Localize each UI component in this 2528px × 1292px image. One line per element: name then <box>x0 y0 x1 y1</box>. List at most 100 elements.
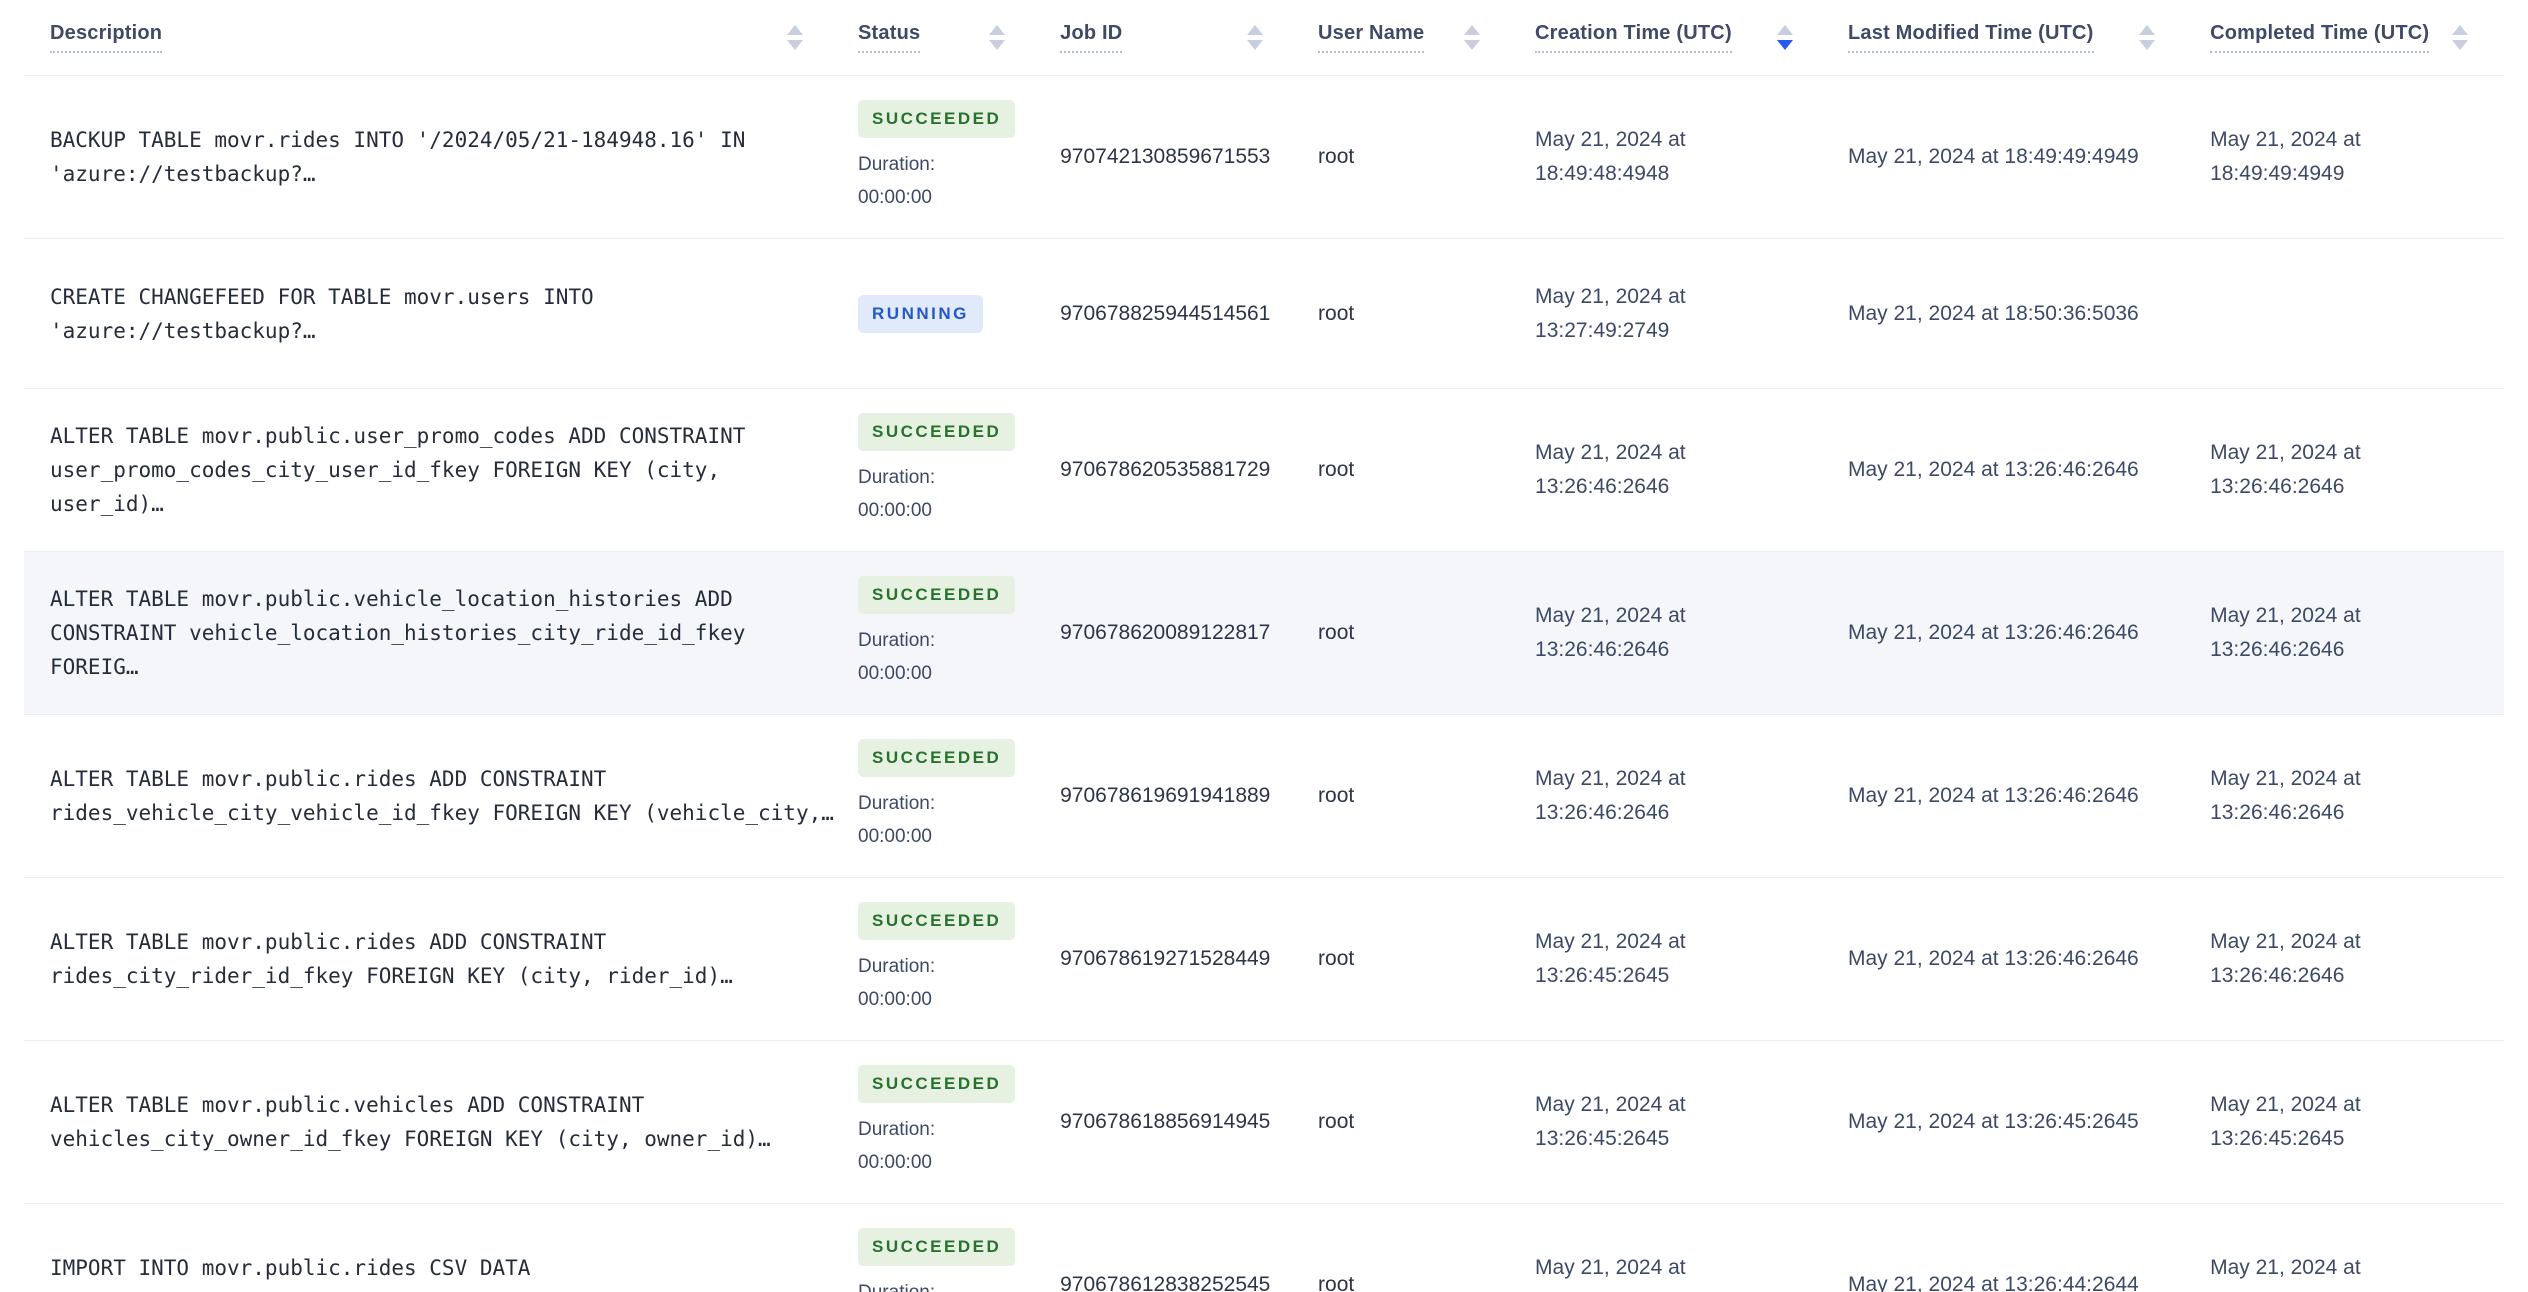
column-header-creation-time[interactable]: Creation Time (UTC) <box>1535 22 1848 53</box>
last-modified-time-cell: May 21, 2024 at 18:49:49:4949 <box>1848 116 2210 198</box>
creation-time: May 21, 2024 at 13:26:46:2646 <box>1535 767 1686 824</box>
job-description-link[interactable]: CREATE CHANGEFEED FOR TABLE movr.users I… <box>50 280 834 348</box>
completed-time: May 21, 2024 at 13:26:45:2645 <box>2210 1093 2361 1150</box>
status-badge: RUNNING <box>858 294 983 333</box>
job-description-link[interactable]: ALTER TABLE movr.public.vehicles ADD CON… <box>50 1088 834 1156</box>
jobs-page: Description Status Job ID User Name Crea… <box>0 0 2528 1292</box>
last-modified-time: May 21, 2024 at 18:50:36:5036 <box>1848 301 2139 325</box>
job-description-link[interactable]: ALTER TABLE movr.public.user_promo_codes… <box>50 419 834 521</box>
creation-time: May 21, 2024 at 13:26:45:2645 <box>1535 1093 1686 1150</box>
job-id-cell: 970678612838252545 <box>1060 1249 1318 1292</box>
user-name: root <box>1318 621 1355 644</box>
job-description-link[interactable]: ALTER TABLE movr.public.rides ADD CONSTR… <box>50 762 834 830</box>
sort-arrows-icon[interactable] <box>1777 25 1793 50</box>
user-name: root <box>1318 1110 1355 1133</box>
column-header-label: Description <box>50 22 163 53</box>
completed-time: May 21, 2024 at 13:26:46:2646 <box>2210 441 2361 498</box>
job-status-cell: SUCCEEDED Duration: 00:00:00 <box>858 715 1060 877</box>
last-modified-time-cell: May 21, 2024 at 13:26:46:2646 <box>1848 918 2210 1000</box>
completed-time: May 21, 2024 at 13:26:46:2646 <box>2210 604 2361 661</box>
job-description-cell[interactable]: ALTER TABLE movr.public.user_promo_codes… <box>24 395 858 545</box>
job-description-cell[interactable]: ALTER TABLE movr.public.vehicles ADD CON… <box>24 1064 858 1180</box>
job-description-link[interactable]: IMPORT INTO movr.public.rides CSV DATA (… <box>50 1251 834 1292</box>
last-modified-time-cell: May 21, 2024 at 13:26:46:2646 <box>1848 755 2210 837</box>
duration-label: Duration: <box>858 1119 936 1140</box>
last-modified-time: May 21, 2024 at 13:26:46:2646 <box>1848 784 2139 807</box>
last-modified-time: May 21, 2024 at 13:26:46:2646 <box>1848 621 2139 644</box>
creation-time: May 21, 2024 at 13:27:49:2749 <box>1535 284 1686 342</box>
duration-label: Duration: <box>858 1276 1036 1292</box>
table-row: IMPORT INTO movr.public.rides CSV DATA (… <box>24 1204 2504 1292</box>
job-description-cell[interactable]: ALTER TABLE movr.public.vehicle_location… <box>24 558 858 708</box>
table-row: CREATE CHANGEFEED FOR TABLE movr.users I… <box>24 239 2504 389</box>
column-header-label: Job ID <box>1060 22 1123 53</box>
sort-arrows-icon[interactable] <box>787 25 804 50</box>
job-description-link[interactable]: ALTER TABLE movr.public.rides ADD CONSTR… <box>50 925 834 993</box>
job-id-cell: 970678620535881729 <box>1060 434 1318 506</box>
job-description-cell[interactable]: CREATE CHANGEFEED FOR TABLE movr.users I… <box>24 256 858 372</box>
completed-time: May 21, 2024 at 13:26:46:2646 <box>2210 930 2361 987</box>
job-status-cell: RUNNING <box>858 271 1060 357</box>
job-id: 970678825944514561 <box>1060 301 1271 325</box>
completed-time-cell: May 21, 2024 at 13:26:44:2644 <box>2210 1227 2504 1292</box>
job-id-cell: 970678619691941889 <box>1060 760 1318 832</box>
sort-arrows-icon[interactable] <box>2139 25 2156 50</box>
user-name: root <box>1318 1273 1355 1292</box>
completed-time-cell: May 21, 2024 at 18:49:49:4949 <box>2210 99 2504 215</box>
last-modified-time: May 21, 2024 at 13:26:45:2645 <box>1848 1110 2139 1133</box>
table-row: ALTER TABLE movr.public.user_promo_codes… <box>24 389 2504 552</box>
user-name-cell: root <box>1318 278 1535 350</box>
creation-time: May 21, 2024 at 13:26:45:2645 <box>1535 930 1686 987</box>
creation-time-cell: May 21, 2024 at 13:26:46:2646 <box>1535 738 1848 854</box>
duration-label: Duration: <box>858 154 936 175</box>
job-description-cell[interactable]: ALTER TABLE movr.public.rides ADD CONSTR… <box>24 901 858 1017</box>
creation-time-cell: May 21, 2024 at 13:26:45:2645 <box>1535 901 1848 1017</box>
last-modified-time-cell: May 21, 2024 at 13:26:46:2646 <box>1848 592 2210 674</box>
last-modified-time-cell: May 21, 2024 at 18:50:36:5036 <box>1848 273 2210 355</box>
last-modified-time: May 21, 2024 at 13:26:46:2646 <box>1848 947 2139 970</box>
job-description-link[interactable]: BACKUP TABLE movr.rides INTO '/2024/05/2… <box>50 123 834 191</box>
user-name: root <box>1318 784 1355 807</box>
creation-time: May 21, 2024 at 18:49:48:4948 <box>1535 128 1686 185</box>
job-description-cell[interactable]: BACKUP TABLE movr.rides INTO '/2024/05/2… <box>24 99 858 215</box>
job-id: 970678619691941889 <box>1060 784 1271 807</box>
creation-time-cell: May 21, 2024 at 13:26:46:2646 <box>1535 412 1848 528</box>
duration-value: 00:00:00 <box>858 1152 932 1173</box>
job-status-cell: SUCCEEDED Duration: 00:00:00 <box>858 1041 1060 1203</box>
status-badge: SUCCEEDED <box>858 576 1016 614</box>
column-header-last-modified-time[interactable]: Last Modified Time (UTC) <box>1848 22 2210 53</box>
user-name-cell: root <box>1318 597 1535 669</box>
status-badge: SUCCEEDED <box>858 739 1016 777</box>
job-id-cell: 970678618856914945 <box>1060 1086 1318 1158</box>
table-row: ALTER TABLE movr.public.rides ADD CONSTR… <box>24 878 2504 1041</box>
column-header-job-id[interactable]: Job ID <box>1060 22 1318 53</box>
completed-time-cell <box>2210 290 2504 338</box>
column-header-user-name[interactable]: User Name <box>1318 22 1535 53</box>
completed-time: May 21, 2024 at 13:26:44:2644 <box>2210 1256 2361 1292</box>
jobs-table: Description Status Job ID User Name Crea… <box>24 0 2504 1292</box>
table-row: ALTER TABLE movr.public.vehicles ADD CON… <box>24 1041 2504 1204</box>
column-header-status[interactable]: Status <box>858 22 1060 53</box>
job-description-cell[interactable]: ALTER TABLE movr.public.rides ADD CONSTR… <box>24 738 858 854</box>
user-name: root <box>1318 458 1355 481</box>
job-description-cell[interactable]: IMPORT INTO movr.public.rides CSV DATA (… <box>24 1227 858 1292</box>
job-id: 970678619271528449 <box>1060 947 1271 970</box>
completed-time-cell: May 21, 2024 at 13:26:46:2646 <box>2210 575 2504 691</box>
column-header-description[interactable]: Description <box>24 22 858 53</box>
job-status-cell: SUCCEEDED Duration: 00:00:00 <box>858 552 1060 714</box>
jobs-table-header: Description Status Job ID User Name Crea… <box>24 0 2504 76</box>
duration-value: 00:00:00 <box>858 826 932 847</box>
sort-arrows-icon[interactable] <box>989 25 1006 50</box>
column-header-label: Last Modified Time (UTC) <box>1848 22 2094 53</box>
completed-time: May 21, 2024 at 13:26:46:2646 <box>2210 767 2361 824</box>
status-badge: SUCCEEDED <box>858 100 1016 138</box>
sort-arrows-icon[interactable] <box>2451 25 2468 50</box>
table-row: ALTER TABLE movr.public.vehicle_location… <box>24 552 2504 715</box>
sort-arrows-icon[interactable] <box>1464 25 1481 50</box>
table-row: BACKUP TABLE movr.rides INTO '/2024/05/2… <box>24 76 2504 239</box>
job-description-link[interactable]: ALTER TABLE movr.public.vehicle_location… <box>50 582 834 684</box>
column-header-completed-time[interactable]: Completed Time (UTC) <box>2210 22 2504 53</box>
sort-arrows-icon[interactable] <box>1247 25 1264 50</box>
status-badge: SUCCEEDED <box>858 413 1016 451</box>
last-modified-time-cell: May 21, 2024 at 13:26:44:2644 <box>1848 1244 2210 1292</box>
